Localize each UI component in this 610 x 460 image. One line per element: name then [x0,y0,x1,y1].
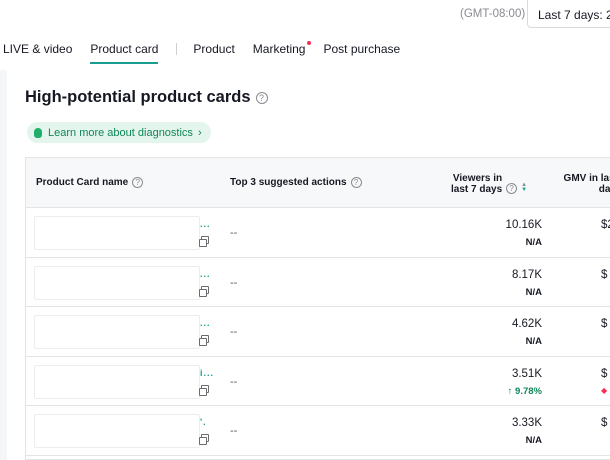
viewers-change: N/A [525,286,542,298]
help-icon[interactable]: ? [255,91,268,104]
product-card-thumbnail[interactable] [34,414,200,448]
copy-icon[interactable] [199,335,209,346]
help-icon[interactable]: ? [350,177,362,188]
column-gmv-label-1: GMV in last [563,173,610,184]
product-card-link[interactable]: i... [200,368,214,378]
column-header-name: Product Card name ? [36,177,144,188]
table-row: i... -- 3.51K ↑ 9.78% $ ◆ [26,356,610,406]
tab-divider [176,43,178,55]
viewers-change: ↑ 9.78% [507,385,542,397]
viewers-change: N/A [525,237,542,248]
learn-more-label: Learn more about diagnostics [48,126,193,139]
product-card-thumbnail[interactable] [34,364,200,399]
viewers-value: 3.51K [511,367,542,380]
column-header-viewers[interactable]: Viewers in last 7 days ? ▲ ▼ [451,173,527,195]
sort-icon[interactable]: ▲ ▼ [521,182,527,193]
suggested-actions: -- [230,276,238,289]
high-potential-section: High-potential product cards ? Learn mor… [7,70,610,460]
section-header: High-potential product cards ? [25,88,268,107]
gmv-value: $ [601,367,608,380]
viewers-value: 4.62K [511,318,542,330]
viewers-value: 3.33K [511,417,542,429]
product-card-thumbnail[interactable] [34,216,200,250]
table-header: Product Card name ? Top 3 suggested acti… [26,158,610,208]
tab-product[interactable]: Product [193,40,234,62]
gmv-value: $ [601,417,608,429]
gmv-value: $2 [601,219,610,231]
viewers-change: N/A [525,336,542,347]
column-header-actions: Top 3 suggested actions ? [230,177,362,188]
column-actions-label: Top 3 suggested actions [230,177,347,188]
tab-product-card[interactable]: Product card [90,40,159,64]
viewers-value: 8.17K [511,268,542,281]
column-name-label: Product Card name [36,177,129,188]
column-viewers-label-2: last 7 days [451,184,503,195]
gmv-value: $ [601,318,608,330]
notification-dot [307,41,312,45]
date-range-picker[interactable]: Last 7 days: 20 [527,0,610,28]
table-row: '. -- 3.33K N/A $ [26,406,610,456]
column-gmv-label-2: day [598,184,610,195]
chevron-right-icon: › [197,126,202,139]
table-row: ... -- 10.16K N/A $2 [26,208,610,258]
product-cards-table: Product Card name ? Top 3 suggested acti… [25,157,610,460]
copy-icon[interactable] [199,236,209,247]
table-row: ... -- 4.62K N/A $ [26,307,610,357]
suggested-actions: -- [230,326,238,338]
viewers-change: N/A [525,435,542,446]
top-bar: (GMT-08:00) Last 7 days: 20 LIVE & video… [0,0,610,70]
product-card-link[interactable]: ... [200,269,211,279]
tab-marketing-label: Marketing [252,42,306,56]
tab-post-purchase[interactable]: Post purchase [323,40,400,62]
tab-bar: LIVE & video Product card Product Market… [0,40,418,64]
product-card-thumbnail[interactable] [34,265,200,300]
tab-live-video[interactable]: LIVE & video [3,40,72,62]
product-card-link[interactable]: ... [200,219,211,229]
column-viewers-label-1: Viewers in [452,173,503,184]
copy-icon[interactable] [199,384,209,396]
column-header-gmv: GMV in last day [558,173,610,195]
section-title: High-potential product cards [25,88,251,106]
product-card-link[interactable]: ... [200,318,211,328]
product-card-thumbnail[interactable] [34,315,200,349]
copy-icon[interactable] [199,434,209,445]
viewers-value: 10.16K [505,219,542,231]
lightbulb-icon [34,127,42,138]
table-row: ... -- 8.17K N/A $ [26,257,610,307]
tab-marketing[interactable]: Marketing [252,40,312,62]
product-card-link[interactable]: '. [200,417,207,427]
help-icon[interactable]: ? [506,182,518,194]
gmv-value: $ [601,268,608,281]
help-icon[interactable]: ? [132,177,144,188]
gmv-trend-down-icon: ◆ [601,385,608,395]
suggested-actions: -- [230,227,238,239]
suggested-actions: -- [230,425,238,437]
learn-more-diagnostics-link[interactable]: Learn more about diagnostics › [27,122,211,143]
timezone-label: (GMT-08:00) [460,8,526,20]
suggested-actions: -- [230,375,238,388]
copy-icon[interactable] [199,285,209,297]
